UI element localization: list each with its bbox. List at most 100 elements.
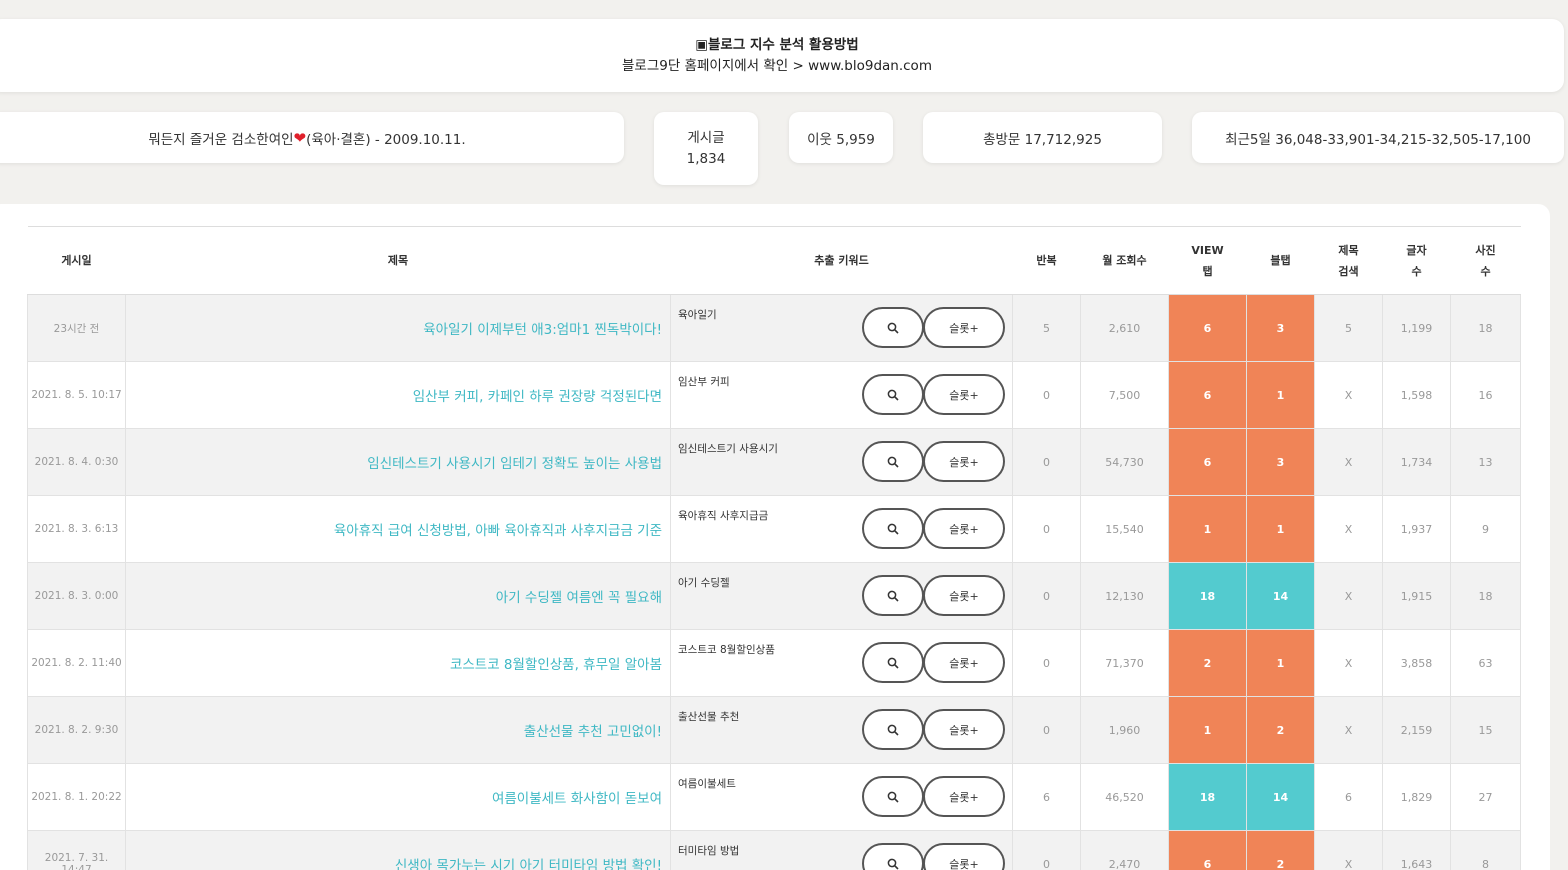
row-title-link[interactable]: 아기 수딩젤 여름엔 꼭 필요해: [125, 562, 671, 630]
notice-title: ▣블로그 지수 분석 활용방법: [695, 36, 859, 53]
table-row: 23시간 전 육아일기 이제부턴 애3:엄마1 찐독박이다! 육아일기 슬롯+ 5 2,6…: [27, 294, 1521, 362]
keyword-search-button[interactable]: [862, 307, 924, 348]
row-char-count: 1,199: [1382, 294, 1451, 362]
keyword-search-button[interactable]: [862, 843, 924, 870]
row-blog-tab-rank: 1: [1246, 361, 1315, 429]
row-photo-count: 18: [1450, 294, 1521, 362]
keyword-search-button[interactable]: [862, 575, 924, 616]
row-title-link[interactable]: 여름이불세트 화사함이 돋보여: [125, 763, 671, 831]
slot-add-button[interactable]: 슬롯+: [923, 307, 1005, 348]
row-blog-tab-rank: 3: [1246, 294, 1315, 362]
row-date: 2021. 8. 3. 6:13: [27, 495, 126, 563]
header-chars-line1: 글자: [1406, 243, 1427, 257]
row-photo-count: 13: [1450, 428, 1521, 496]
row-view-tab-rank: 6: [1168, 830, 1247, 870]
row-monthly-views: 7,500: [1080, 361, 1169, 429]
header-title-search-line2: 검색: [1338, 264, 1359, 278]
row-title-search: X: [1314, 361, 1383, 429]
blog-name-suffix: (육아·결혼) - 2009.10.11.: [306, 131, 466, 148]
header-chars: 글자 수: [1382, 226, 1451, 295]
row-monthly-views: 54,730: [1080, 428, 1169, 496]
magnifier-icon: [887, 456, 899, 468]
row-date: 2021. 8. 1. 20:22: [27, 763, 126, 831]
row-keyword-cell: 육아휴직 사후지급금 슬롯+: [670, 495, 1013, 563]
row-monthly-views: 1,960: [1080, 696, 1169, 764]
row-monthly-views: 71,370: [1080, 629, 1169, 697]
row-view-tab-rank: 1: [1168, 696, 1247, 764]
row-title-search: 5: [1314, 294, 1383, 362]
magnifier-icon: [887, 858, 899, 870]
row-date: 2021. 8. 3. 0:00: [27, 562, 126, 630]
row-title-link[interactable]: 임산부 커피, 카페인 하루 권장량 걱정된다면: [125, 361, 671, 429]
row-date: 2021. 8. 5. 10:17: [27, 361, 126, 429]
keyword-search-button[interactable]: [862, 776, 924, 817]
row-repeat: 0: [1012, 361, 1081, 429]
heart-icon: ❤: [293, 128, 307, 147]
row-blog-tab-rank: 14: [1246, 763, 1315, 831]
row-keyword: 출산선물 추천: [678, 711, 740, 723]
header-view-tab-line2: 탭: [1202, 264, 1213, 278]
row-keyword-cell: 아기 수딩젤 슬롯+: [670, 562, 1013, 630]
keyword-search-button[interactable]: [862, 441, 924, 482]
row-photo-count: 8: [1450, 830, 1521, 870]
slot-add-button[interactable]: 슬롯+: [923, 843, 1005, 870]
row-title-link[interactable]: 육아휴직 급여 신청방법, 아빠 육아휴직과 사후지급금 기준: [125, 495, 671, 563]
row-photo-count: 16: [1450, 361, 1521, 429]
keyword-search-button[interactable]: [862, 508, 924, 549]
posts-table: 게시일 제목 추출 키워드 반복 월 조회수 VIEW 탭 블탭 제목 검색 글자 수…: [27, 226, 1521, 870]
row-char-count: 1,829: [1382, 763, 1451, 831]
row-char-count: 1,643: [1382, 830, 1451, 870]
notice-banner: ▣블로그 지수 분석 활용방법 블로그9단 홈페이지에서 확인 > www.bl…: [0, 19, 1564, 92]
row-keyword: 코스트코 8월할인상품: [678, 644, 775, 656]
row-photo-count: 15: [1450, 696, 1521, 764]
slot-add-button[interactable]: 슬롯+: [923, 709, 1005, 750]
row-photo-count: 63: [1450, 629, 1521, 697]
row-date: 2021. 8. 2. 11:40: [27, 629, 126, 697]
row-char-count: 3,858: [1382, 629, 1451, 697]
keyword-search-button[interactable]: [862, 642, 924, 683]
row-char-count: 1,598: [1382, 361, 1451, 429]
row-title-link[interactable]: 육아일기 이제부턴 애3:엄마1 찐독박이다!: [125, 294, 671, 362]
row-view-tab-rank: 6: [1168, 428, 1247, 496]
keyword-search-button[interactable]: [862, 709, 924, 750]
row-keyword: 터미타임 방법: [678, 845, 740, 857]
table-row: 2021. 8. 4. 0:30 임신테스트기 사용시기 임테기 정확도 높이는 …: [27, 428, 1521, 496]
row-keyword: 육아일기: [678, 309, 717, 321]
row-keyword: 임신테스트기 사용시기: [678, 443, 778, 455]
row-monthly-views: 15,540: [1080, 495, 1169, 563]
table-row: 2021. 8. 1. 20:22 여름이불세트 화사함이 돋보여 여름이불세트 슬롯…: [27, 763, 1521, 831]
magnifier-icon: [887, 389, 899, 401]
neighbors-value: 이웃 5,959: [807, 131, 875, 148]
row-date: 2021. 8. 4. 0:30: [27, 428, 126, 496]
row-date: 23시간 전: [27, 294, 126, 362]
row-title-link[interactable]: 신생아 목가누는 시기 아기 터미타임 방법 확인!: [125, 830, 671, 870]
slot-add-button[interactable]: 슬롯+: [923, 508, 1005, 549]
row-title-link[interactable]: 임신테스트기 사용시기 임테기 정확도 높이는 사용법: [125, 428, 671, 496]
row-title-search: X: [1314, 696, 1383, 764]
row-view-tab-rank: 18: [1168, 763, 1247, 831]
slot-add-button[interactable]: 슬롯+: [923, 374, 1005, 415]
row-title-search: X: [1314, 495, 1383, 563]
row-photo-count: 27: [1450, 763, 1521, 831]
slot-add-button[interactable]: 슬롯+: [923, 575, 1005, 616]
slot-add-button[interactable]: 슬롯+: [923, 776, 1005, 817]
row-title-link[interactable]: 코스트코 8월할인상품, 휴무일 알아봄: [125, 629, 671, 697]
row-char-count: 2,159: [1382, 696, 1451, 764]
row-keyword-cell: 임신테스트기 사용시기 슬롯+: [670, 428, 1013, 496]
header-title: 제목: [125, 226, 671, 295]
magnifier-icon: [887, 724, 899, 736]
slot-add-button[interactable]: 슬롯+: [923, 441, 1005, 482]
notice-link-text[interactable]: 블로그9단 홈페이지에서 확인 > www.blo9dan.com: [622, 56, 932, 77]
row-keyword-cell: 코스트코 8월할인상품 슬롯+: [670, 629, 1013, 697]
recent-visits-card: 최근5일 36,048-33,901-34,215-32,505-17,100: [1192, 112, 1564, 163]
posts-value: 1,834: [686, 150, 726, 167]
slot-add-button[interactable]: 슬롯+: [923, 642, 1005, 683]
row-blog-tab-rank: 1: [1246, 629, 1315, 697]
blog-name-prefix: 뭐든지 즐거운 검소한여인: [148, 131, 294, 148]
row-char-count: 1,734: [1382, 428, 1451, 496]
row-title-link[interactable]: 출산선물 추천 고민없이!: [125, 696, 671, 764]
table-row: 2021. 7. 31. 14:47 신생아 목가누는 시기 아기 터미타임 방법…: [27, 830, 1521, 870]
header-date: 게시일: [27, 226, 126, 295]
row-blog-tab-rank: 1: [1246, 495, 1315, 563]
keyword-search-button[interactable]: [862, 374, 924, 415]
